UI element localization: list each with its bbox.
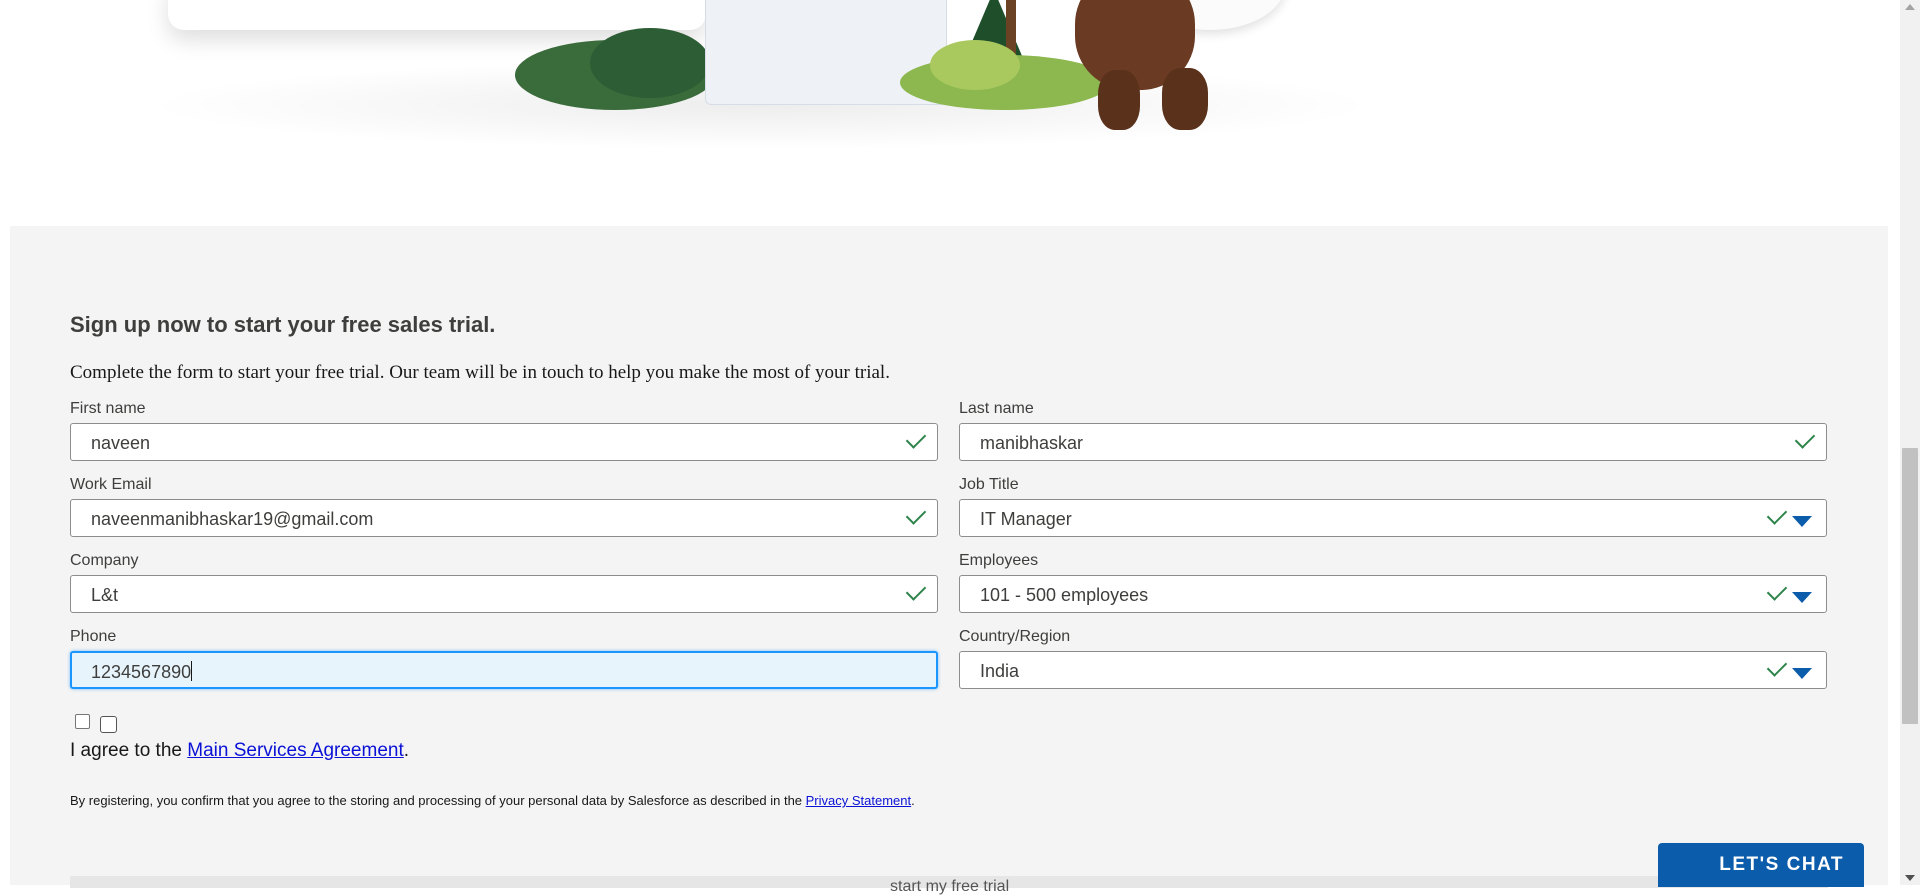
dropdown-arrow-icon — [1792, 668, 1812, 679]
phone-input[interactable]: 1234567890 — [70, 651, 938, 689]
valid-check-icon — [1766, 656, 1788, 677]
job-title-label: Job Title — [959, 476, 1019, 493]
valid-check-icon — [1794, 428, 1816, 449]
mascot-leg-right — [1162, 68, 1208, 130]
country-select[interactable]: India — [959, 651, 1827, 689]
dropdown-arrow-icon — [1792, 592, 1812, 603]
work-email-value: naveenmanibhaskar19@gmail.com — [91, 509, 374, 529]
agreement-prefix: I agree to the — [70, 740, 188, 761]
valid-check-icon — [905, 504, 927, 525]
scroll-up-arrow-icon[interactable] — [1905, 4, 1915, 10]
agreement-text: I agree to the Main Services Agreement. — [70, 740, 409, 762]
work-email-input[interactable]: naveenmanibhaskar19@gmail.com — [70, 499, 938, 537]
page-scrollbar[interactable] — [1900, 0, 1920, 885]
submit-button[interactable]: start my free trial — [70, 876, 1828, 895]
valid-check-icon — [1766, 504, 1788, 525]
valid-check-icon — [1766, 580, 1788, 601]
form-heading: Sign up now to start your free sales tri… — [70, 312, 496, 337]
first-name-label: First name — [70, 400, 146, 417]
dropdown-arrow-icon — [1792, 516, 1812, 527]
scrollbar-thumb[interactable] — [1902, 448, 1918, 724]
employees-value: 101 - 500 employees — [980, 585, 1149, 605]
bush-right-2 — [930, 40, 1020, 90]
company-input[interactable]: L&t — [70, 575, 938, 613]
phone-value: 1234567890 — [91, 662, 192, 682]
mascot-leg-left — [1098, 70, 1140, 130]
legal-text: By registering, you confirm that you agr… — [70, 793, 915, 808]
country-value: India — [980, 661, 1020, 681]
employees-label: Employees — [959, 552, 1039, 569]
company-value: L&t — [91, 585, 119, 605]
bush-left-2 — [590, 28, 710, 98]
job-title-value: IT Manager — [980, 509, 1072, 529]
legal-suffix: . — [911, 793, 915, 808]
agreement-checkbox[interactable] — [100, 716, 117, 733]
first-name-input[interactable]: naveen — [70, 423, 938, 461]
company-label: Company — [70, 552, 139, 569]
valid-check-icon — [905, 428, 927, 449]
agreement-suffix: . — [403, 740, 410, 761]
country-label: Country/Region — [959, 628, 1071, 645]
main-services-agreement-link[interactable]: Main Services Agreement — [187, 740, 404, 761]
scroll-down-arrow-icon[interactable] — [1905, 875, 1915, 881]
work-email-label: Work Email — [70, 476, 152, 493]
submit-button-label: start my free trial — [890, 878, 1010, 895]
illustration-card — [168, 0, 706, 30]
text-caret — [191, 661, 193, 681]
last-name-value: manibhaskar — [980, 433, 1084, 453]
lets-chat-button[interactable]: LET'S CHAT — [1658, 843, 1864, 887]
last-name-label: Last name — [959, 400, 1034, 417]
hero-illustration — [0, 0, 1888, 226]
last-name-input[interactable]: manibhaskar — [959, 423, 1827, 461]
form-subtext: Complete the form to start your free tri… — [70, 362, 890, 383]
first-name-value: naveen — [91, 433, 151, 453]
valid-check-icon — [905, 580, 927, 601]
job-title-select[interactable]: IT Manager — [959, 499, 1827, 537]
agreement-checkbox-native[interactable] — [75, 714, 90, 729]
phone-label: Phone — [70, 628, 117, 645]
legal-prefix: By registering, you confirm that you agr… — [70, 793, 806, 808]
privacy-statement-link[interactable]: Privacy Statement — [806, 793, 912, 808]
employees-select[interactable]: 101 - 500 employees — [959, 575, 1827, 613]
phone-value-wrap: 1234567890 — [91, 661, 193, 683]
